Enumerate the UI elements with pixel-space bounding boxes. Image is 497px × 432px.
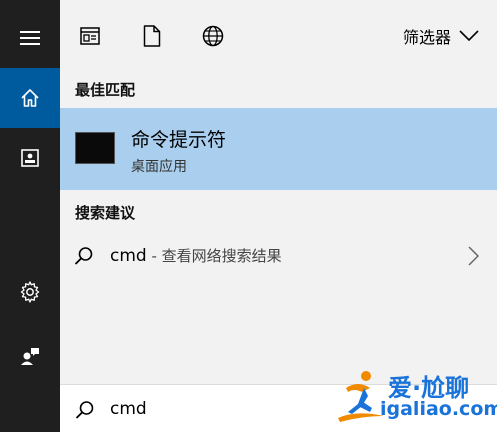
document-icon [143, 25, 161, 47]
suggestion-text: cmd - 查看网络搜索结果 [110, 245, 282, 266]
watermark-url: igaliao.com [380, 398, 497, 420]
search-icon [75, 401, 94, 419]
start-rail [0, 0, 60, 432]
documents-filter-button[interactable] [140, 24, 164, 48]
photo-book-icon [21, 149, 39, 167]
home-button[interactable] [0, 68, 60, 128]
home-icon [21, 89, 39, 107]
search-input[interactable] [110, 395, 360, 423]
best-match-heading: 最佳匹配 [75, 81, 136, 99]
suggestion-suffix: - 查看网络搜索结果 [146, 247, 282, 265]
user-feedback-icon [21, 348, 39, 365]
filter-dropdown[interactable]: 筛选器 [403, 22, 479, 50]
chevron-right-icon [468, 246, 479, 266]
globe-icon [202, 25, 224, 47]
chevron-down-icon [459, 30, 479, 42]
search-toolbar: 筛选器 [60, 0, 497, 66]
search-results: 最佳匹配 命令提示符 桌面应用 搜索建议 cmd - 查看网络搜索结果 [60, 66, 497, 384]
feedback-button[interactable] [0, 326, 60, 386]
filter-label: 筛选器 [402, 28, 451, 47]
settings-gear-icon [20, 281, 40, 303]
search-suggestions-heading: 搜索建议 [75, 204, 136, 222]
best-match-result[interactable]: 命令提示符 桌面应用 [60, 108, 497, 190]
menu-button[interactable] [0, 8, 60, 68]
hamburger-menu-icon [20, 31, 40, 45]
settings-button[interactable] [0, 262, 60, 322]
result-name: 命令提示符 [131, 129, 227, 151]
web-filter-button[interactable] [201, 24, 225, 48]
apps-filter-button[interactable] [78, 24, 102, 48]
result-type: 桌面应用 [131, 159, 187, 175]
search-icon [74, 247, 93, 265]
app-window-icon [80, 27, 100, 45]
suggestion-item[interactable]: cmd - 查看网络搜索结果 [60, 234, 497, 278]
suggestion-term: cmd [110, 246, 147, 266]
command-prompt-app-icon [75, 132, 115, 164]
documents-button[interactable] [0, 128, 60, 188]
watermark-logo: 爱·尬聊 igaliao.com [336, 366, 497, 428]
running-figure-logo-icon [338, 371, 384, 422]
